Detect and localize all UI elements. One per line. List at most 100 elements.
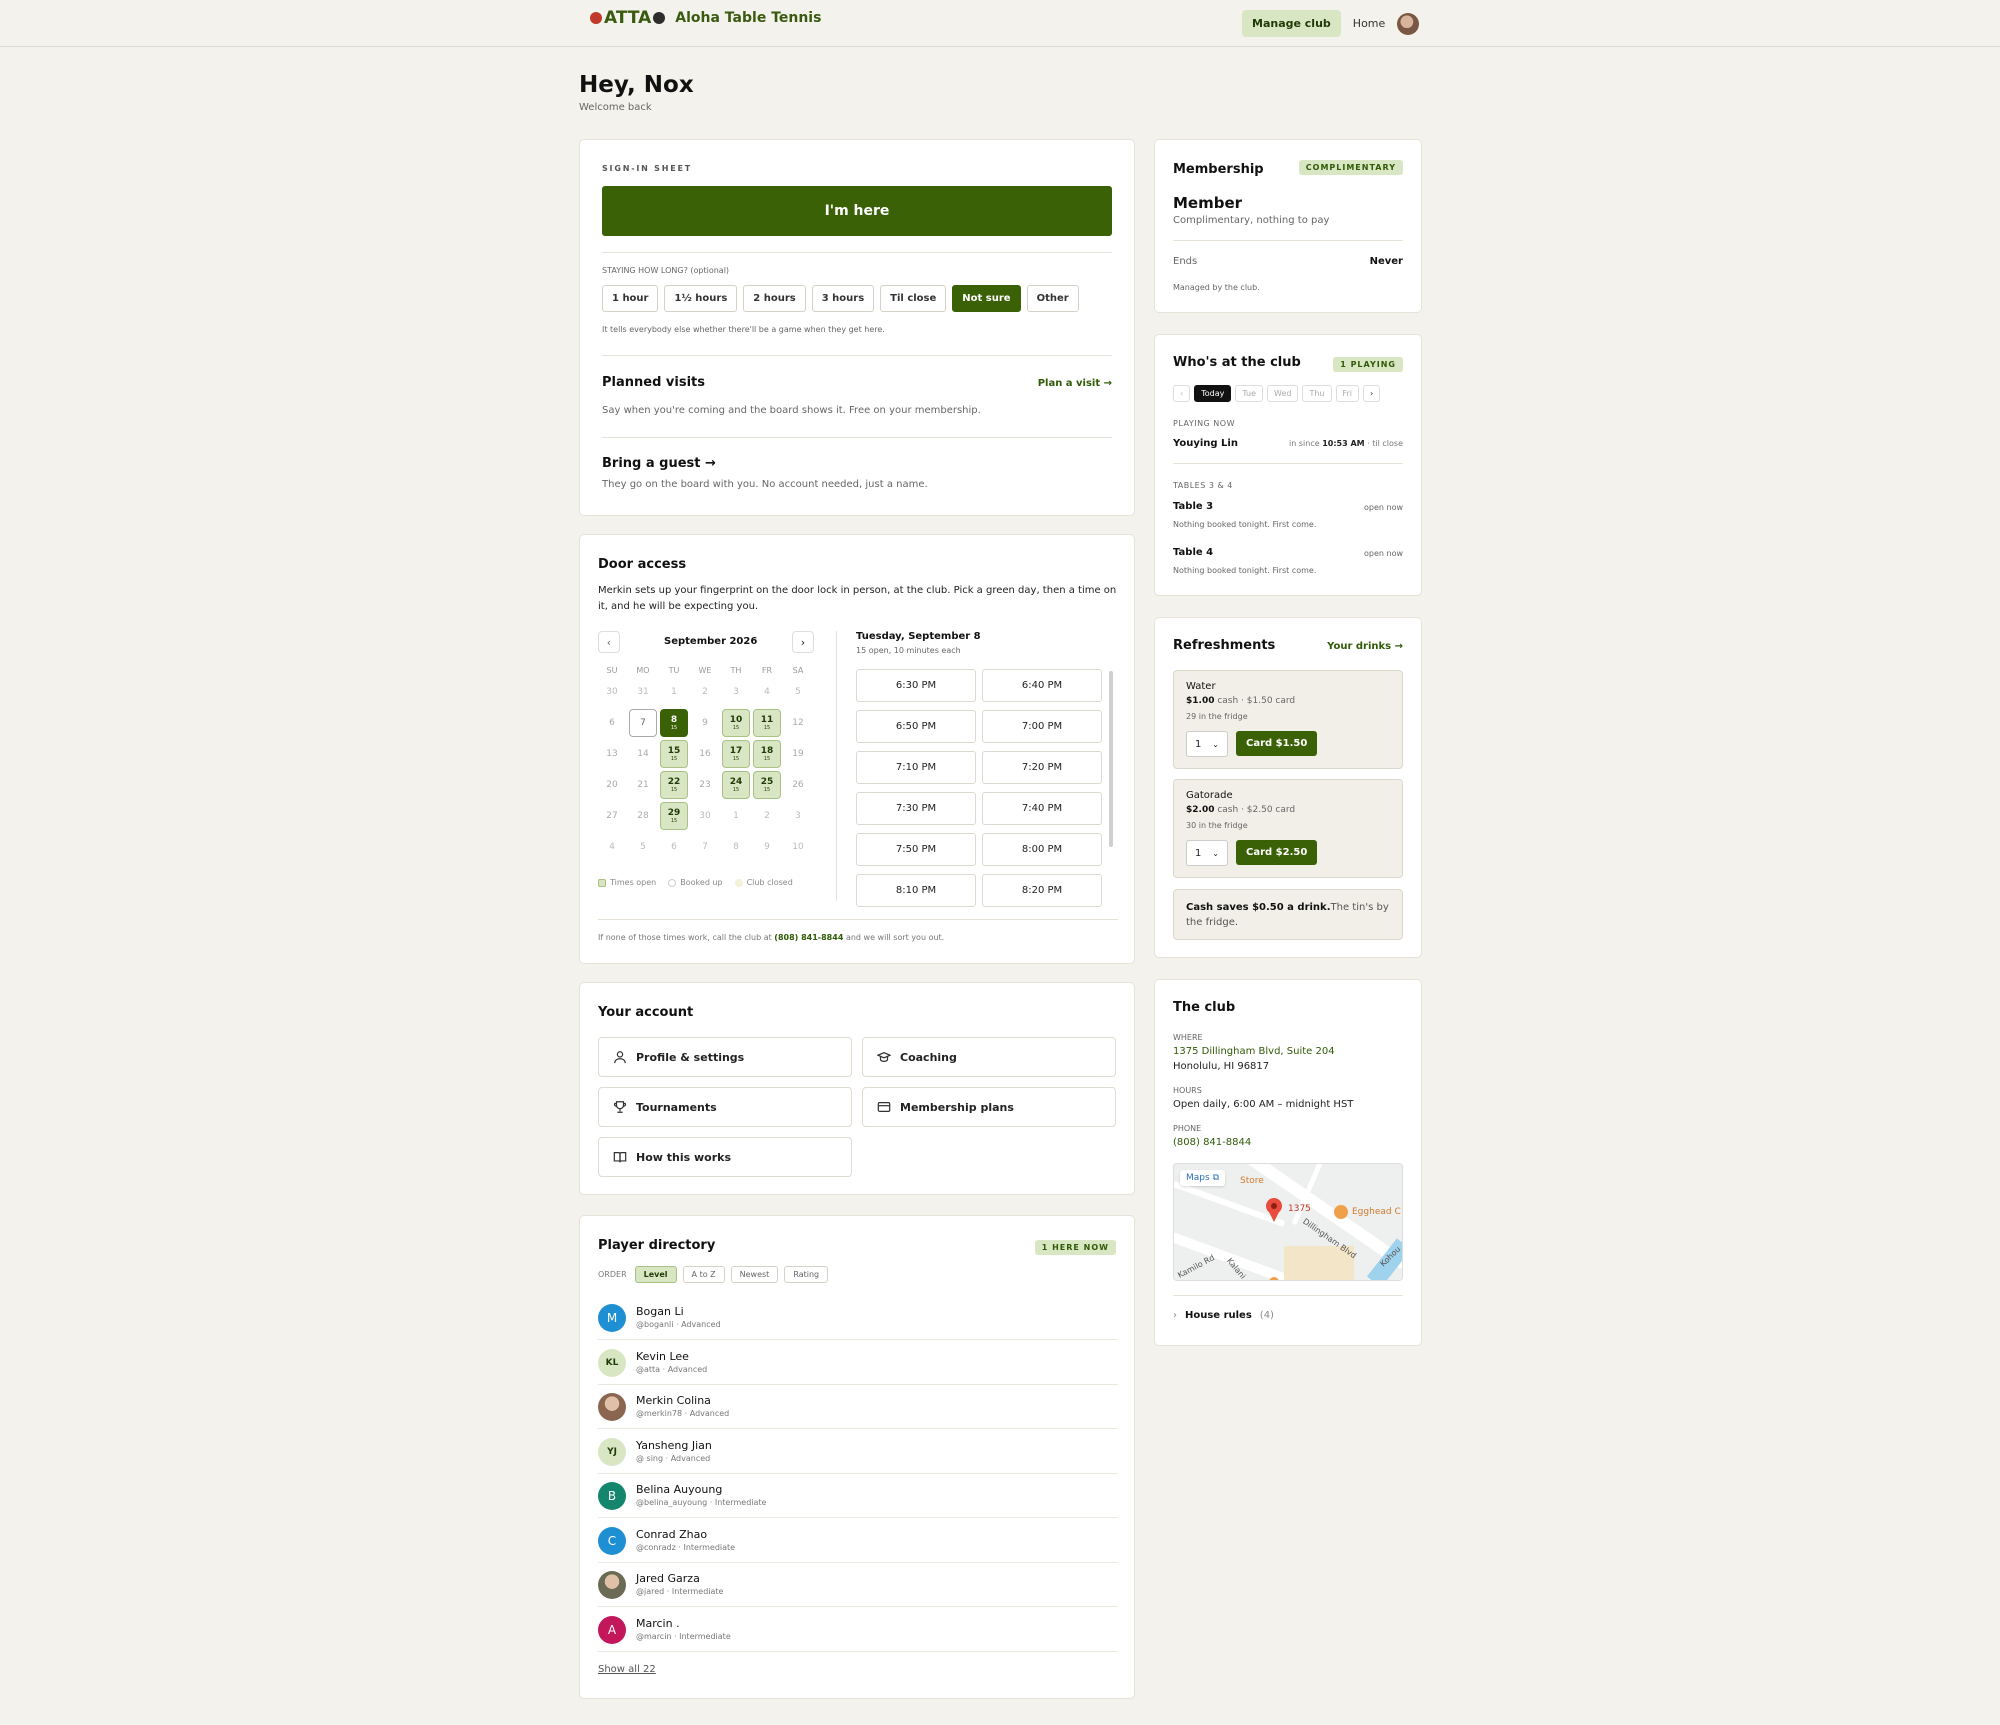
- time-slot-button[interactable]: 7:30 PM: [856, 792, 976, 825]
- quantity-select[interactable]: 1 ⌄: [1186, 731, 1228, 757]
- time-slot-button[interactable]: 8:20 PM: [982, 874, 1102, 907]
- how-this-works-button[interactable]: How this works: [598, 1137, 852, 1177]
- time-slot-button[interactable]: 6:40 PM: [982, 669, 1102, 702]
- next-month-button[interactable]: ›: [792, 631, 814, 653]
- calendar-day-open[interactable]: 25 15: [753, 771, 781, 799]
- time-slot-button[interactable]: 6:50 PM: [856, 710, 976, 743]
- buy-card-button[interactable]: Card $2.50: [1236, 840, 1318, 865]
- quantity-select[interactable]: 1 ⌄: [1186, 840, 1228, 866]
- chevron-down-icon: ⌄: [1212, 848, 1219, 858]
- calendar-day-open[interactable]: 22 15: [660, 771, 688, 799]
- user-avatar[interactable]: [1397, 12, 1420, 35]
- player-row[interactable]: YJ Yansheng Jian @ sing · Advanced: [598, 1430, 1118, 1474]
- calendar-day-open[interactable]: 10 15: [722, 709, 750, 737]
- prev-month-button[interactable]: ‹: [598, 631, 620, 653]
- home-link[interactable]: Home: [1353, 17, 1385, 30]
- club-card: The club WHERE 1375 Dillingham Blvd, Sui…: [1154, 979, 1422, 1346]
- app-logo[interactable]: ATTA Aloha Table Tennis: [590, 8, 821, 28]
- player-handle: @jared · Intermediate: [636, 1587, 724, 1596]
- bring-guest-link[interactable]: Bring a guest →: [602, 456, 716, 471]
- next-day-button[interactable]: ›: [1363, 385, 1381, 402]
- tab-thu[interactable]: Thu: [1302, 385, 1332, 402]
- duration-not-sure[interactable]: Not sure: [952, 285, 1021, 312]
- planned-visits-desc: Say when you're coming and the board sho…: [602, 405, 981, 416]
- logo-icon: ATTA: [590, 8, 666, 28]
- im-here-button[interactable]: I'm here: [602, 186, 1112, 236]
- calendar-day-open[interactable]: 24 15: [722, 771, 750, 799]
- player-row[interactable]: KL Kevin Lee @atta · Advanced: [598, 1341, 1118, 1385]
- playing-player[interactable]: Youying Lin: [1173, 438, 1238, 449]
- door-access-card: Door access Merkin sets up your fingerpr…: [579, 534, 1135, 964]
- show-all-link[interactable]: Show all 22: [598, 1664, 656, 1675]
- player-row[interactable]: M Bogan Li @boganli · Advanced: [598, 1296, 1118, 1340]
- weekday-label: SA: [792, 666, 804, 675]
- duration-1-5-hours[interactable]: 1½ hours: [664, 285, 738, 312]
- club-address-line1[interactable]: 1375 Dillingham Blvd, Suite 204: [1173, 1046, 1335, 1057]
- plan-visit-link[interactable]: Plan a visit →: [1038, 378, 1112, 389]
- tournaments-button[interactable]: Tournaments: [598, 1087, 852, 1127]
- order-a-to-z[interactable]: A to Z: [682, 1266, 725, 1283]
- time-slot-button[interactable]: 7:20 PM: [982, 751, 1102, 784]
- order-newest[interactable]: Newest: [730, 1266, 779, 1283]
- map-maps-button[interactable]: Maps ⧉: [1180, 1170, 1225, 1186]
- tab-fri[interactable]: Fri: [1335, 385, 1360, 402]
- time-slot-button[interactable]: 8:00 PM: [982, 833, 1102, 866]
- divider: [602, 437, 1112, 438]
- duration-til-close[interactable]: Til close: [880, 285, 947, 312]
- map-address-number: 1375: [1288, 1204, 1311, 1214]
- duration-1-hour[interactable]: 1 hour: [602, 285, 659, 312]
- calendar-day: 6: [671, 841, 677, 852]
- your-drinks-link[interactable]: Your drinks →: [1327, 641, 1403, 652]
- order-level[interactable]: Level: [634, 1266, 677, 1283]
- player-row[interactable]: C Conrad Zhao @conradz · Intermediate: [598, 1519, 1118, 1563]
- duration-3-hours[interactable]: 3 hours: [811, 285, 875, 312]
- coaching-button[interactable]: Coaching: [862, 1037, 1116, 1077]
- calendar-day: 7: [629, 709, 657, 737]
- profile-settings-button[interactable]: Profile & settings: [598, 1037, 852, 1077]
- calendar-day-open[interactable]: 17 15: [722, 740, 750, 768]
- tab-wed[interactable]: Wed: [1267, 385, 1299, 402]
- calendar-day-open[interactable]: 8 15: [660, 709, 688, 737]
- player-row[interactable]: Jared Garza @jared · Intermediate: [598, 1563, 1118, 1607]
- door-footer-phone[interactable]: (808) 841-8844: [774, 933, 843, 942]
- time-slot-button[interactable]: 8:10 PM: [856, 874, 976, 907]
- weekday-label: WE: [698, 666, 712, 675]
- player-row[interactable]: B Belina Auyoung @belina_auyoung · Interme…: [598, 1474, 1118, 1518]
- membership-title: Membership: [1173, 162, 1264, 177]
- calendar-day-open[interactable]: 29 15: [660, 802, 688, 830]
- membership-plans-button[interactable]: Membership plans: [862, 1087, 1116, 1127]
- weekday-label: MO: [636, 666, 650, 675]
- top-bar: ATTA Aloha Table Tennis Manage club Home: [0, 0, 2000, 47]
- calendar-day-open[interactable]: 11 15: [753, 709, 781, 737]
- player-row[interactable]: Merkin Colina @merkin78 · Advanced: [598, 1385, 1118, 1429]
- player-handle: @conradz · Intermediate: [636, 1542, 736, 1552]
- table-4-status: open now: [1363, 549, 1403, 558]
- tab-today[interactable]: Today: [1194, 385, 1232, 402]
- club-phone[interactable]: (808) 841-8844: [1173, 1137, 1251, 1148]
- divider: [1173, 463, 1403, 464]
- house-rules-toggle[interactable]: › House rules (4): [1173, 1310, 1274, 1321]
- time-slot-button[interactable]: 7:50 PM: [856, 833, 976, 866]
- player-row[interactable]: A Marcin . @marcin · Intermediate: [598, 1608, 1118, 1652]
- calendar-day-open[interactable]: 15 15: [660, 740, 688, 768]
- trophy-icon: [613, 1101, 627, 1113]
- time-slot-button[interactable]: 7:00 PM: [982, 710, 1102, 743]
- club-map[interactable]: Maps ⧉ Store 1375 Egghead C Dillingham B…: [1173, 1163, 1403, 1281]
- time-slot-button[interactable]: 7:10 PM: [856, 751, 976, 784]
- day-tabs: ‹ Today Tue Wed Thu Fri ›: [1173, 385, 1381, 402]
- calendar-day-open[interactable]: 18 15: [753, 740, 781, 768]
- playing-since: in since 10:53 AM · til close: [1289, 439, 1403, 448]
- time-slot-button[interactable]: 7:40 PM: [982, 792, 1102, 825]
- time-slot-button[interactable]: 6:30 PM: [856, 669, 976, 702]
- duration-2-hours[interactable]: 2 hours: [743, 285, 806, 312]
- credit-card-icon: [877, 1102, 891, 1112]
- duration-other[interactable]: Other: [1026, 285, 1079, 312]
- where-label: WHERE: [1173, 1033, 1203, 1042]
- order-rating[interactable]: Rating: [784, 1266, 829, 1283]
- tab-tue[interactable]: Tue: [1235, 385, 1264, 402]
- slots-scrollbar[interactable]: [1109, 671, 1113, 847]
- manage-club-button[interactable]: Manage club: [1242, 10, 1341, 37]
- player-handle: @merkin78 · Advanced: [636, 1409, 730, 1418]
- prev-day-button[interactable]: ‹: [1173, 385, 1191, 402]
- buy-card-button[interactable]: Card $1.50: [1236, 731, 1318, 756]
